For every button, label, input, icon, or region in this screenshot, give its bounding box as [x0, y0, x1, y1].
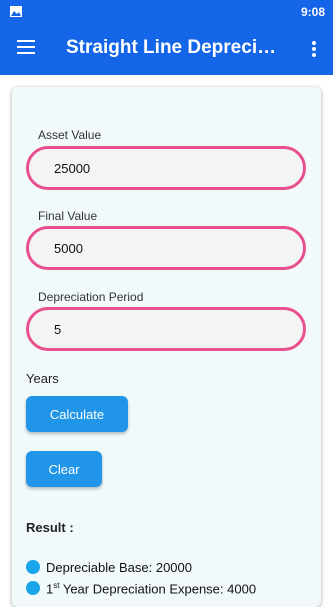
asset-value-input[interactable] [29, 149, 303, 187]
depreciation-period-label: Depreciation Period [38, 290, 144, 304]
clear-button[interactable]: Clear [26, 451, 102, 487]
page-title: Straight Line Depreciati… [66, 37, 286, 58]
asset-value-label: Asset Value [38, 128, 102, 142]
first-year-expense-text: Year Depreciation Expense: 4000 [59, 581, 257, 597]
result-first-year-expense: 1st Year Depreciation Expense: 4000 [26, 581, 256, 596]
depreciation-period-input[interactable] [29, 310, 303, 348]
final-value-label: Final Value [38, 209, 98, 223]
more-vert-icon[interactable] [312, 41, 316, 57]
period-unit-label: Years [26, 371, 59, 386]
calculate-button[interactable]: Calculate [26, 396, 128, 432]
bullet-icon [26, 581, 40, 596]
bullet-icon [26, 560, 40, 574]
result-depreciable-base: Depreciable Base: 20000 [26, 560, 192, 575]
app-bar: Straight Line Depreciati… [0, 24, 333, 75]
depreciable-base-text: Depreciable Base: 20000 [46, 560, 192, 575]
asset-value-field[interactable] [26, 146, 306, 190]
result-label: Result : [26, 520, 74, 535]
final-value-field[interactable] [26, 226, 306, 270]
final-value-input[interactable] [29, 229, 303, 267]
status-bar: 9:08 [0, 0, 333, 24]
depreciation-period-field[interactable] [26, 307, 306, 351]
hamburger-menu-icon[interactable] [17, 40, 35, 56]
status-time: 9:08 [300, 5, 325, 19]
image-icon [10, 6, 22, 17]
